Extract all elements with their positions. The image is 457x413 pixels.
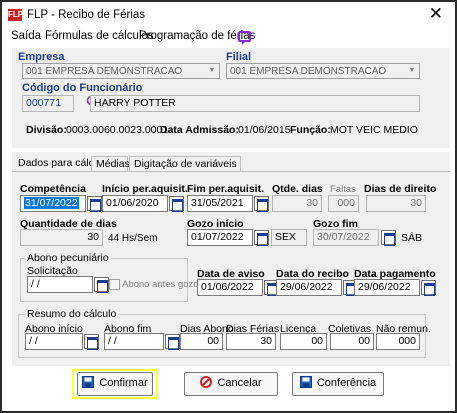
close-icon[interactable]: ✕ bbox=[429, 5, 443, 23]
fim-aquisit-input[interactable]: 31/05/2021 bbox=[187, 195, 253, 212]
filial-label: Filial bbox=[226, 51, 252, 63]
cancelar-button[interactable]: Cancelar bbox=[184, 372, 278, 396]
competencia-label: Competência bbox=[20, 183, 86, 195]
gozo-inicio-input[interactable]: 01/07/2022 bbox=[187, 229, 253, 246]
confirmar-label: Confirmar bbox=[99, 377, 148, 389]
codigo-funcionario-input[interactable]: 000771 bbox=[22, 95, 74, 112]
calendar-icon[interactable] bbox=[165, 334, 180, 350]
menu-bar: Saída Fórmulas de cálculos Programação d… bbox=[2, 28, 455, 46]
empresa-select[interactable]: 001 EMPRESA DEMONSTRACAO ▼ bbox=[22, 63, 220, 79]
dias-direito-label: Dias de direito bbox=[364, 183, 437, 195]
tab-digitacao-variaveis[interactable]: Digitação de variáveis bbox=[129, 156, 241, 172]
calendar-icon[interactable] bbox=[254, 196, 269, 212]
flp-app-icon: FLP bbox=[8, 9, 24, 21]
confirmar-button[interactable]: Confirmar bbox=[77, 372, 153, 396]
data-pagamento-input[interactable]: 29/06/2022 bbox=[354, 279, 420, 296]
gozo-fim-input[interactable]: 30/07/2022 bbox=[313, 229, 379, 246]
nao-remun-input[interactable]: 000 bbox=[376, 333, 420, 350]
tab-dados-calculo[interactable]: Dados para cálculo bbox=[14, 156, 108, 172]
calendar-icon[interactable] bbox=[87, 196, 102, 212]
faltas-label: Faltas bbox=[330, 184, 356, 195]
empresa-value: 001 EMPRESA DEMONSTRACAO bbox=[26, 66, 183, 77]
window-title: FLP - Recibo de Férias bbox=[27, 9, 146, 21]
qtde-dias-label: Qtde. dias bbox=[272, 183, 323, 195]
divisao-label: Divisão: bbox=[26, 124, 67, 136]
empresa-label: Empresa bbox=[18, 51, 65, 63]
calendar-icon[interactable] bbox=[84, 334, 99, 350]
coletivas-input[interactable]: 00 bbox=[330, 333, 374, 350]
quantidade-dias-field: 30 bbox=[20, 229, 103, 246]
calendar-icon[interactable] bbox=[169, 196, 184, 212]
tab-divider bbox=[12, 171, 450, 172]
tab-medias[interactable]: Médias bbox=[91, 156, 130, 172]
calculo-panel: Dados para cálculo Médias Digitação de v… bbox=[12, 152, 450, 366]
dias-ferias-input[interactable]: 30 bbox=[226, 333, 276, 350]
cancelar-label: Cancelar bbox=[217, 377, 262, 389]
abono-antes-gozo-checkbox[interactable] bbox=[109, 279, 120, 290]
filial-select[interactable]: 001 EMPRESA DEMONSTRACAO ▼ bbox=[226, 63, 420, 79]
calendar-icon[interactable] bbox=[254, 230, 269, 246]
abono-fim-input[interactable]: / / bbox=[104, 333, 164, 350]
competencia-value: 31/07/2022 bbox=[24, 197, 79, 209]
funcionario-nome-field: HARRY POTTER bbox=[90, 95, 420, 112]
conferencia-label: Conferência bbox=[316, 377, 377, 389]
chevron-down-icon: ▼ bbox=[208, 67, 216, 74]
resumo-calculo-title: Resumo do cálculo bbox=[25, 308, 119, 320]
faltas-field: 000 bbox=[328, 195, 359, 212]
calendar-icon[interactable] bbox=[421, 280, 436, 296]
abono-inicio-input[interactable]: / / bbox=[25, 333, 83, 350]
solicitacao-input[interactable]: / / bbox=[27, 276, 93, 293]
gozo-fim-dia: SÁB bbox=[401, 232, 423, 244]
fim-aquisit-label: Fim per.aquisit. bbox=[187, 183, 265, 195]
codigo-funcionario-label: Código do Funcionário bbox=[22, 82, 143, 94]
recibo-ferias-window: FLP FLP - Recibo de Férias ✕ Saída Fórmu… bbox=[0, 0, 457, 413]
divisao-value: 0003.0060.0023.0001 bbox=[66, 124, 169, 136]
calendar-icon[interactable] bbox=[94, 277, 109, 293]
data-aviso-input[interactable]: 01/06/2022 bbox=[197, 279, 263, 296]
abono-antes-gozo-label: Abono antes gozo bbox=[122, 279, 199, 290]
cancel-icon bbox=[200, 376, 213, 389]
employee-header-panel: Empresa 001 EMPRESA DEMONSTRACAO ▼ Filia… bbox=[12, 48, 450, 148]
dias-direito-field: 30 bbox=[366, 195, 426, 212]
save-icon bbox=[299, 376, 312, 389]
title-bar: FLP FLP - Recibo de Férias ✕ bbox=[2, 2, 455, 28]
abono-pecuniario-title: Abono pecuniário bbox=[25, 252, 111, 264]
data-recibo-input[interactable]: 29/06/2022 bbox=[276, 279, 342, 296]
menu-item-saida[interactable]: Saída bbox=[11, 30, 41, 42]
conferencia-button[interactable]: Conferência bbox=[292, 372, 384, 396]
inicio-aquisit-label: Início per.aquisit. bbox=[102, 183, 188, 195]
inicio-aquisit-input[interactable]: 01/06/2020 bbox=[102, 195, 168, 212]
gozo-inicio-dia: SEX bbox=[271, 229, 307, 246]
calendar-icon[interactable] bbox=[381, 230, 396, 246]
save-icon bbox=[82, 376, 95, 389]
chat-icon[interactable] bbox=[238, 31, 251, 45]
filial-value: 001 EMPRESA DEMONSTRACAO bbox=[230, 66, 387, 77]
menu-item-formulas[interactable]: Fórmulas de cálculos bbox=[45, 30, 154, 42]
licenca-input[interactable]: 00 bbox=[280, 333, 327, 350]
qtde-dias-field: 30 bbox=[272, 195, 322, 212]
funcao-value: MOT VEIC MEDIO bbox=[330, 124, 418, 136]
chevron-down-icon: ▼ bbox=[408, 67, 416, 74]
funcao-label: Função: bbox=[290, 124, 331, 136]
admissao-value: 01/06/2015 bbox=[238, 124, 291, 136]
horas-semana-text: 44 Hs/Sem bbox=[108, 233, 158, 244]
admissao-label: Data Admissão: bbox=[160, 124, 239, 136]
dias-abono-input[interactable]: 00 bbox=[180, 333, 223, 350]
competencia-input[interactable]: 31/07/2022 bbox=[20, 195, 86, 212]
